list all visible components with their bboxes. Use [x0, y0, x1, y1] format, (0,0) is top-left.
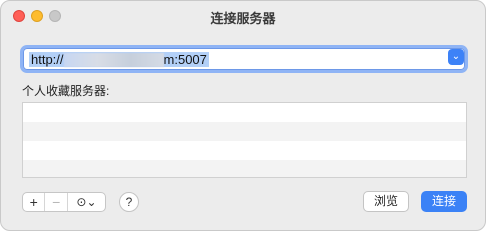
list-item[interactable]: [23, 103, 466, 122]
server-address-suffix: m:5007: [163, 52, 207, 67]
server-address-field[interactable]: http:// m:5007 ⌄: [20, 45, 468, 73]
server-address-prefix: http://: [31, 52, 64, 67]
window-title: 连接服务器: [210, 11, 276, 26]
list-item[interactable]: [23, 141, 466, 160]
title-bar: 连接服务器: [1, 1, 485, 31]
list-item[interactable]: [23, 160, 466, 177]
favorite-servers-list[interactable]: [22, 102, 467, 178]
list-item[interactable]: [23, 122, 466, 141]
connect-button[interactable]: 连接: [421, 191, 467, 212]
browse-button[interactable]: 浏览: [363, 191, 409, 212]
server-address-text[interactable]: http:// m:5007: [29, 52, 209, 67]
help-button[interactable]: ?: [119, 192, 139, 212]
redacted-hostname: [63, 53, 164, 67]
favorite-servers-label: 个人收藏服务器:: [22, 84, 110, 98]
add-favorite-button[interactable]: +: [23, 193, 46, 211]
remove-favorite-button[interactable]: −: [45, 193, 68, 211]
more-actions-button[interactable]: ⊙⌄: [68, 193, 105, 211]
favorites-segmented-control: + − ⊙⌄: [22, 192, 106, 212]
chevron-down-icon: ⌄: [451, 51, 461, 62]
connect-to-server-window: 连接服务器 http://m:5007 ⌄ 个人收藏服务器: + − ⊙⌄ ? …: [0, 0, 486, 231]
recent-servers-dropdown-button[interactable]: ⌄: [448, 49, 464, 65]
